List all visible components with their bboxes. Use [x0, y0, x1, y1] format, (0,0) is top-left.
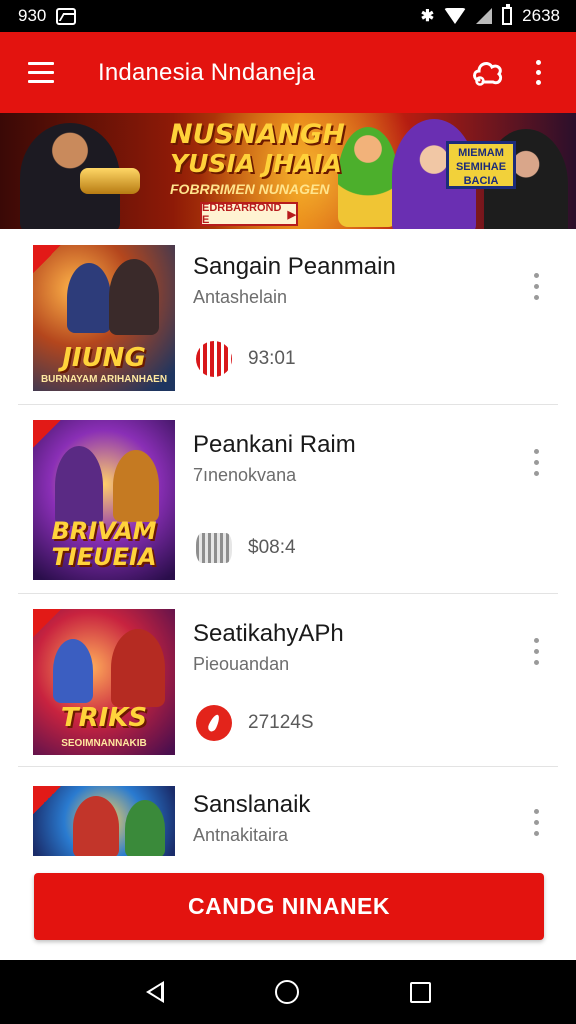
game-thumbnail: JIUNG BURNAYAM ARIHANHAEN: [33, 245, 175, 391]
app-title: Indanesia Nndaneja: [98, 58, 316, 86]
status-left-text: 930: [18, 6, 47, 25]
status-left: 930: [18, 6, 77, 26]
item-more-button[interactable]: [526, 449, 546, 476]
game-title: Peankani Raim: [193, 431, 356, 458]
overflow-menu-button[interactable]: [518, 32, 558, 113]
coin-stack-icon: [196, 533, 232, 563]
game-list: JIUNG BURNAYAM ARIHANHAEN Sangain Peanma…: [18, 229, 558, 877]
thumbnail-character: [67, 263, 111, 333]
more-vert-icon-dot: [533, 820, 539, 825]
more-vert-icon-dot: [535, 80, 541, 85]
thumbnail-title: JIUNG: [62, 343, 146, 373]
game-subtitle: Antnakitaira: [193, 825, 289, 845]
game-subtitle: Antashelain: [193, 287, 288, 307]
menu-icon-line: [28, 71, 54, 74]
thumbnail-subtitle: SEOIMNANNAKIB: [61, 738, 147, 749]
more-vert-icon-dot: [533, 660, 539, 665]
more-vert-icon-dot: [533, 638, 539, 643]
game-stat: $08:4: [196, 533, 296, 563]
more-vert-icon-dot: [533, 471, 539, 476]
game-subtitle: Pieouandan: [193, 654, 290, 674]
bluetooth-icon: ✱: [420, 8, 435, 25]
status-bar: 930 ✱ 2638: [0, 0, 576, 32]
corner-ribbon: [33, 420, 61, 448]
thumbnail-character: [55, 446, 103, 526]
list-item[interactable]: TRIKS SEOIMNANNAKIB SeatikahyAPh Pieouan…: [18, 594, 558, 767]
game-stat: 93:01: [196, 341, 296, 377]
game-title: Sanslanaik: [193, 791, 311, 818]
fire-icon: [196, 705, 232, 741]
image-notification-icon: [56, 7, 77, 25]
home-icon[interactable]: [274, 980, 299, 1004]
menu-button[interactable]: [0, 32, 82, 113]
game-subtitle: 7ınenokvana: [193, 465, 297, 485]
banner-title-line2: YUSIA JHAIA: [170, 149, 342, 178]
list-item[interactable]: BRIVAM TIEUEIA Peankani Raim 7ınenokvana…: [18, 405, 558, 594]
list-item[interactable]: Sanslanaik Antnakitaira: [18, 767, 558, 877]
thumbnail-character: [125, 800, 165, 856]
system-nav-bar: [0, 960, 576, 1024]
game-stat-value: $08:4: [248, 537, 296, 558]
more-vert-icon-dot: [533, 273, 539, 278]
wifi-icon: [444, 8, 467, 24]
rating-icon: [196, 341, 232, 377]
play-arrow-icon: ▶: [287, 208, 296, 221]
more-vert-icon-dot: [535, 70, 541, 75]
back-icon[interactable]: [145, 981, 164, 1003]
game-thumbnail: TRIKS SEOIMNANNAKIB: [33, 609, 175, 755]
game-thumbnail: [33, 786, 175, 856]
banner-cta-label: EDRBARROND E: [202, 202, 282, 226]
banner-subtitle: FOBRRIMEN NUNAGEN: [170, 181, 330, 197]
more-vert-icon-dot: [533, 295, 539, 300]
more-vert-icon-dot: [533, 831, 539, 836]
banner-weapon-graphic: [80, 168, 140, 194]
banner-elf-figure: [338, 127, 398, 227]
corner-ribbon: [33, 609, 61, 637]
thumbnail-title: TRIKS: [60, 703, 148, 733]
share-button[interactable]: [458, 32, 518, 113]
game-title: SeatikahyAPh: [193, 620, 344, 647]
game-stat: 27124S: [196, 705, 314, 741]
more-vert-icon-dot: [533, 649, 539, 654]
game-stat-value: 93:01: [248, 348, 296, 369]
game-title: Sangain Peanmain: [193, 253, 396, 280]
item-more-button[interactable]: [526, 809, 546, 836]
share-icon: [473, 61, 503, 86]
banner-title-line1: NUSNANGH: [170, 119, 345, 150]
status-time: 2638: [522, 6, 560, 25]
thumbnail-character: [111, 629, 165, 707]
app-bar: Indanesia Nndaneja: [0, 32, 576, 113]
promo-banner[interactable]: NUSNANGH YUSIA JHAIA FOBRRIMEN NUNAGEN E…: [0, 113, 576, 229]
more-vert-icon-dot: [533, 284, 539, 289]
banner-cta-button[interactable]: EDRBARROND E ▶: [200, 202, 298, 226]
app-screen: 930 ✱ 2638 Indanesia Nndaneja NUSNANGH Y…: [0, 0, 576, 1024]
thumbnail-subtitle: BURNAYAM ARIHANHAEN: [40, 374, 168, 385]
primary-action-button[interactable]: CANDG NINANEK: [34, 873, 544, 940]
thumbnail-character: [109, 259, 159, 335]
game-thumbnail: BRIVAM TIEUEIA: [33, 420, 175, 580]
menu-icon-line: [28, 62, 54, 65]
corner-ribbon: [33, 245, 61, 273]
thumbnail-title: BRIVAM TIEUEIA: [51, 517, 157, 571]
more-vert-icon-dot: [533, 809, 539, 814]
more-vert-icon-dot: [533, 460, 539, 465]
thumbnail-character: [53, 639, 93, 703]
thumbnail-character: [113, 450, 159, 522]
banner-sign: MIEMAM SEMIHAE BACIA: [446, 141, 516, 189]
more-vert-icon-dot: [535, 60, 541, 65]
corner-ribbon: [33, 786, 61, 814]
menu-icon-line: [28, 80, 54, 83]
item-more-button[interactable]: [526, 273, 546, 300]
signal-icon: [476, 8, 493, 24]
list-item[interactable]: JIUNG BURNAYAM ARIHANHAEN Sangain Peanma…: [18, 229, 558, 405]
status-right: ✱ 2638: [420, 4, 560, 26]
more-vert-icon-dot: [533, 449, 539, 454]
game-stat-value: 27124S: [248, 712, 314, 733]
thumbnail-character: [73, 796, 119, 856]
recent-apps-icon[interactable]: [409, 981, 431, 1003]
battery-icon: [502, 4, 513, 25]
item-more-button[interactable]: [526, 638, 546, 665]
